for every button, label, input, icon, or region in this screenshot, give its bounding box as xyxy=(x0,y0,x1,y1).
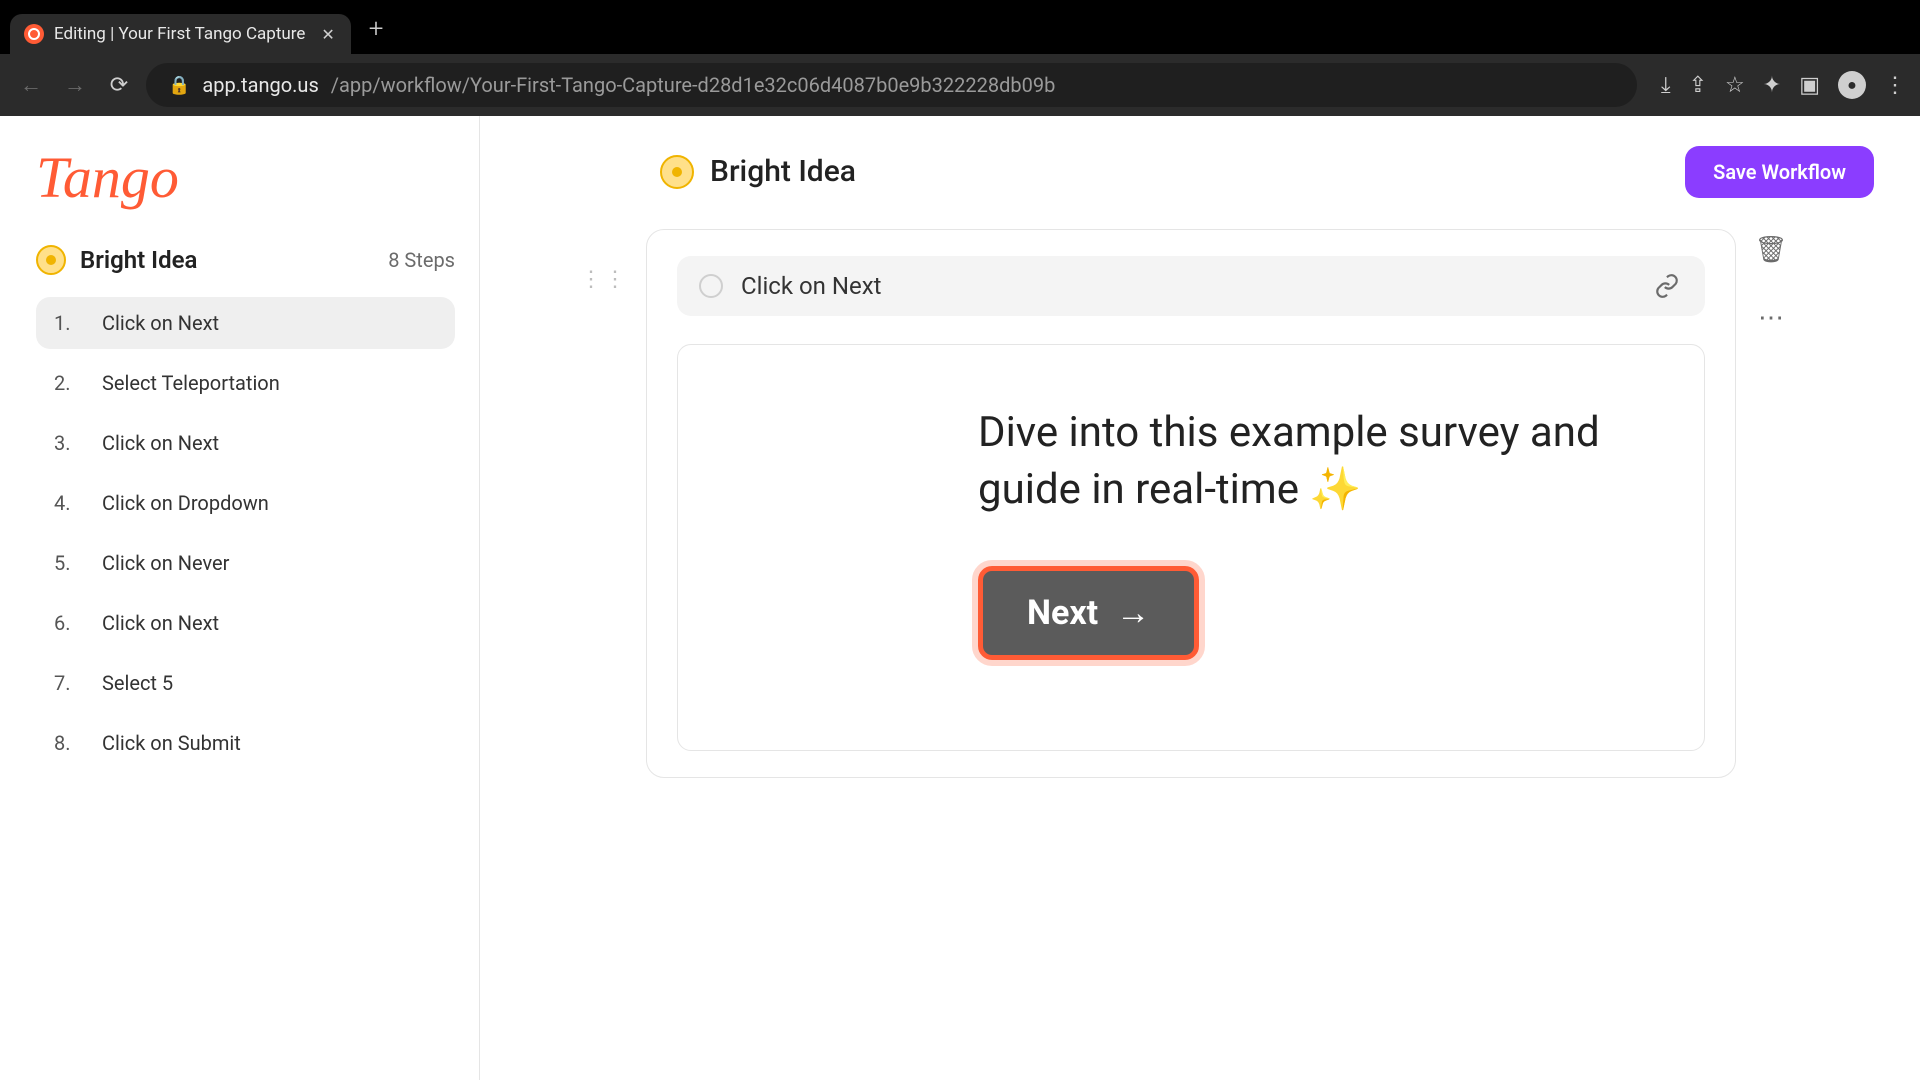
editor-title[interactable]: Bright Idea xyxy=(710,154,856,189)
lock-icon: 🔒 xyxy=(168,75,190,96)
new-tab-button[interactable]: + xyxy=(369,14,384,44)
browser-addressbar: ← → ⟳ 🔒 app.tango.us/app/workflow/Your-F… xyxy=(0,54,1920,116)
step-number: 1. xyxy=(54,311,82,335)
editor-main: Save Workflow Bright Idea ⋮⋮ Click on Ne… xyxy=(480,116,1920,1080)
step-screenshot: Dive into this example survey and guide … xyxy=(677,344,1705,751)
step-label: Click on Next xyxy=(102,311,219,335)
url-path: /app/workflow/Your-First-Tango-Capture-d… xyxy=(331,73,1056,97)
url-host: app.tango.us xyxy=(202,73,318,97)
sidebar-step-7[interactable]: 7. Select 5 xyxy=(36,657,455,709)
step-label: Click on Next xyxy=(102,611,219,635)
step-label: Click on Dropdown xyxy=(102,491,269,515)
sidebar-step-4[interactable]: 4. Click on Dropdown xyxy=(36,477,455,529)
sidepanel-icon[interactable]: ▣ xyxy=(1799,73,1820,98)
share-icon[interactable]: ⇪ xyxy=(1689,73,1707,98)
step-title-input[interactable]: Click on Next xyxy=(741,272,1633,300)
lightbulb-icon xyxy=(660,155,694,189)
step-link-icon[interactable] xyxy=(1651,270,1683,302)
workflow-header: Bright Idea 8 Steps xyxy=(36,245,455,275)
profile-avatar-icon[interactable]: ● xyxy=(1838,71,1866,99)
nav-reload-icon[interactable]: ⟳ xyxy=(102,68,136,102)
drag-handle-icon[interactable]: ⋮⋮ xyxy=(580,267,628,292)
sidebar-step-8[interactable]: 8. Click on Submit xyxy=(36,717,455,769)
browser-right-icons: ⤓ ⇪ ☆ ✦ ▣ ● ⋮ xyxy=(1661,71,1906,99)
step-number: 3. xyxy=(54,431,82,455)
sidebar-step-1[interactable]: 1. Click on Next xyxy=(36,297,455,349)
tab-title: Editing | Your First Tango Capture xyxy=(54,24,305,44)
step-editor-row: ⋮⋮ Click on Next Dive into this example … xyxy=(580,229,1880,778)
step-marker-icon xyxy=(699,274,723,298)
screenshot-caption: Dive into this example survey and guide … xyxy=(978,405,1664,518)
tango-logo[interactable]: Tango xyxy=(36,144,179,211)
sidebar-step-3[interactable]: 3. Click on Next xyxy=(36,417,455,469)
step-card: Click on Next Dive into this example sur… xyxy=(646,229,1736,778)
nav-forward-icon[interactable]: → xyxy=(58,68,92,102)
save-workflow-button[interactable]: Save Workflow xyxy=(1685,146,1874,198)
step-number: 5. xyxy=(54,551,82,575)
step-label: Click on Submit xyxy=(102,731,241,755)
tab-close-icon[interactable]: ✕ xyxy=(321,25,334,44)
step-number: 4. xyxy=(54,491,82,515)
tab-favicon-icon xyxy=(24,24,44,44)
sidebar-step-5[interactable]: 5. Click on Never xyxy=(36,537,455,589)
step-label: Select 5 xyxy=(102,671,173,695)
step-number: 8. xyxy=(54,731,82,755)
browser-menu-icon[interactable]: ⋮ xyxy=(1884,73,1906,98)
step-title-bar[interactable]: Click on Next xyxy=(677,256,1705,316)
nav-back-icon[interactable]: ← xyxy=(14,68,48,102)
step-list: 1. Click on Next 2. Select Teleportation 3. C… xyxy=(36,297,455,769)
arrow-right-icon: → xyxy=(1116,593,1150,633)
step-label: Click on Next xyxy=(102,431,219,455)
step-number: 2. xyxy=(54,371,82,395)
sidebar-step-6[interactable]: 6. Click on Next xyxy=(36,597,455,649)
step-more-icon[interactable]: ⋯ xyxy=(1754,301,1788,335)
delete-step-icon[interactable]: 🗑 xyxy=(1754,233,1788,267)
step-number: 6. xyxy=(54,611,82,635)
workflow-step-count: 8 Steps xyxy=(388,248,455,272)
captured-next-button: Next → xyxy=(978,566,1199,660)
app-viewport: Tango Bright Idea 8 Steps 1. Click on Nex… xyxy=(0,116,1920,1080)
browser-tabstrip: Editing | Your First Tango Capture ✕ + xyxy=(0,0,1920,54)
sidebar-step-2[interactable]: 2. Select Teleportation xyxy=(36,357,455,409)
step-number: 7. xyxy=(54,671,82,695)
install-app-icon[interactable]: ⤓ xyxy=(1661,73,1671,98)
step-label: Click on Never xyxy=(102,551,229,575)
browser-tab-active[interactable]: Editing | Your First Tango Capture ✕ xyxy=(10,14,351,54)
bookmark-star-icon[interactable]: ☆ xyxy=(1725,73,1745,98)
next-button-label: Next xyxy=(1027,593,1098,633)
workflow-sidebar: Tango Bright Idea 8 Steps 1. Click on Nex… xyxy=(0,116,480,1080)
workflow-name: Bright Idea xyxy=(80,246,197,274)
lightbulb-icon xyxy=(36,245,66,275)
step-label: Select Teleportation xyxy=(102,371,280,395)
url-field[interactable]: 🔒 app.tango.us/app/workflow/Your-First-T… xyxy=(146,63,1637,107)
step-side-tools: 🗑 ⋯ xyxy=(1754,233,1788,335)
extensions-icon[interactable]: ✦ xyxy=(1763,73,1781,98)
